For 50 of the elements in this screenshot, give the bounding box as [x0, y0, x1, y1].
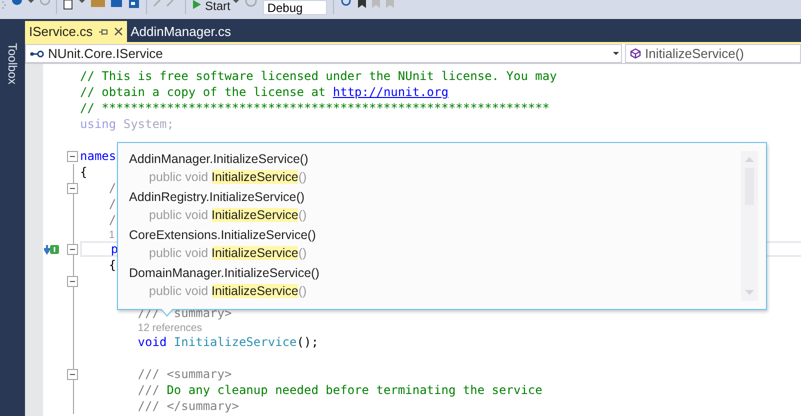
- code-line: // **************************************************************: [80, 101, 550, 115]
- code-line: {: [80, 165, 88, 179]
- code-line: {: [108, 258, 116, 272]
- code-line: /// <summary>: [138, 367, 232, 381]
- reference-title[interactable]: AddinManager.InitializeService(): [129, 151, 741, 167]
- collapse-icon[interactable]: [67, 182, 78, 194]
- collapse-icon[interactable]: [67, 244, 78, 254]
- back-icon[interactable]: [12, 0, 22, 8]
- reference-title[interactable]: AddinRegistry.InitializeService(): [129, 189, 741, 205]
- code-line: /: [108, 181, 116, 195]
- caret-icon[interactable]: [79, 0, 85, 4]
- code-line: void InitializeService();: [138, 335, 318, 349]
- collapse-icon[interactable]: [67, 150, 78, 162]
- caret-icon[interactable]: [28, 0, 34, 4]
- code-line: /: [108, 197, 116, 211]
- start-button[interactable]: Start: [205, 0, 230, 12]
- code-line: /: [108, 213, 116, 227]
- reference-title[interactable]: CoreExtensions.InitializeService(): [129, 227, 741, 243]
- configuration-dropdown[interactable]: Debug: [263, 0, 328, 15]
- member-dropdown[interactable]: InitializeService(): [625, 44, 801, 63]
- code-line: // This is free software licensed under the NUnit license. You may: [80, 69, 557, 83]
- code-line: // obtain a copy of the license at http://nunit.org: [80, 85, 448, 99]
- toolbox-tab[interactable]: Toolbox: [6, 43, 20, 84]
- reference-signature: public void InitializeService(): [148, 169, 308, 185]
- save-all-icon[interactable]: [128, 0, 140, 8]
- caret-icon[interactable]: [233, 0, 240, 4]
- code-line: names: [80, 149, 116, 163]
- code-line: p: [110, 242, 118, 256]
- grip-icon: [2, 0, 6, 10]
- new-item-icon[interactable]: [63, 0, 73, 10]
- code-line: /// </summary>: [138, 399, 239, 413]
- method-icon: [630, 48, 641, 59]
- interface-icon: [30, 50, 44, 58]
- document-tab[interactable]: IService.cs: [25, 21, 127, 42]
- implemented-by-icon[interactable]: [44, 244, 59, 254]
- type-dropdown[interactable]: NUnit.Core.IService: [25, 44, 622, 63]
- close-icon[interactable]: [114, 27, 123, 36]
- reference-signature: public void InitializeService(): [148, 283, 308, 299]
- pin-icon[interactable]: [98, 28, 108, 36]
- collapse-icon[interactable]: [67, 276, 78, 286]
- code-text: summary>: [174, 306, 232, 320]
- collapse-icon[interactable]: [67, 368, 78, 380]
- document-tab[interactable]: AddinManager.cs: [126, 21, 236, 42]
- reference-signature: public void InitializeService(): [148, 245, 308, 261]
- code-line: /// Do any cleanup needed before terminating the service: [138, 383, 542, 397]
- scrollbar[interactable]: [741, 151, 758, 301]
- reference-signature: public void InitializeService(): [148, 207, 308, 223]
- code-line: using System;: [80, 117, 174, 131]
- reference-title[interactable]: DomainManager.InitializeService(): [129, 265, 741, 281]
- caret-icon[interactable]: [613, 52, 619, 56]
